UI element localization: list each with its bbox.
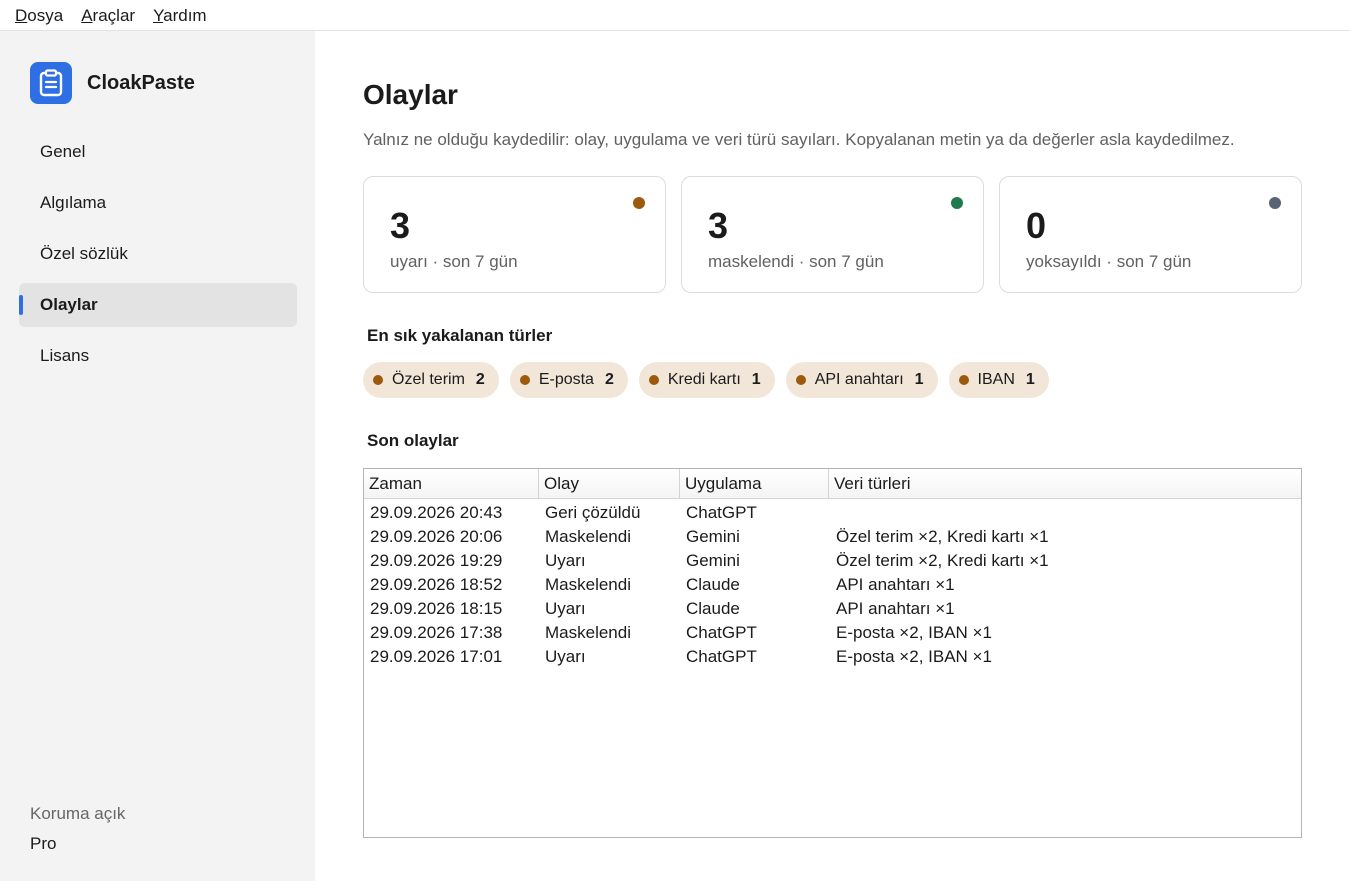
column-header-veri-turleri[interactable]: Veri türleri <box>829 469 1301 498</box>
table-header: Zaman Olay Uygulama Veri türleri <box>364 469 1301 499</box>
stat-label: maskelendi · son 7 gün <box>708 252 884 271</box>
clipboard-icon <box>30 62 72 104</box>
cell-app: ChatGPT <box>686 503 757 522</box>
cell-time: 29.09.2026 18:15 <box>370 599 503 618</box>
app-name: CloakPaste <box>87 71 195 94</box>
protection-status: Koruma açık <box>30 804 126 823</box>
recent-events-heading: Son olaylar <box>367 431 459 450</box>
cell-event: Maskelendi <box>545 575 631 594</box>
stat-card-ignored: 0 yoksayıldı · son 7 gün <box>999 176 1302 293</box>
cell-app: Claude <box>686 575 740 594</box>
events-table[interactable]: Zaman Olay Uygulama Veri türleri 29.09.2… <box>363 468 1302 838</box>
column-header-uygulama[interactable]: Uygulama <box>680 469 829 498</box>
sidebar-item-olaylar[interactable]: Olaylar <box>19 283 297 327</box>
cell-app: Gemini <box>686 527 740 546</box>
status-dot <box>951 197 963 209</box>
stats-row: 3 uyarı · son 7 gün 3 maskelendi · son 7… <box>363 176 1302 293</box>
cell-data-types: E-posta ×2, IBAN ×1 <box>836 647 992 666</box>
cell-time: 29.09.2026 18:52 <box>370 575 503 594</box>
cell-event: Maskelendi <box>545 527 631 546</box>
cell-data-types: API anahtarı ×1 <box>836 599 955 618</box>
status-dot <box>1269 197 1281 209</box>
cell-data-types: Özel terim ×2, Kredi kartı ×1 <box>836 527 1049 546</box>
cell-time: 29.09.2026 19:29 <box>370 551 503 570</box>
type-chip: IBAN 1 <box>948 362 1049 398</box>
column-header-zaman[interactable]: Zaman <box>364 469 539 498</box>
sidebar-item-algilama[interactable]: Algılama <box>19 181 297 225</box>
chip-dot <box>958 375 969 385</box>
chip-dot <box>795 375 806 385</box>
type-chip: API anahtarı 1 <box>785 362 938 398</box>
menu-dosya[interactable]: Dosya <box>6 0 72 31</box>
stat-card-warnings: 3 uyarı · son 7 gün <box>363 176 666 293</box>
sidebar-item-ozel-sozluk[interactable]: Özel sözlük <box>19 232 297 276</box>
license-plan: Pro <box>30 834 57 853</box>
cell-time: 29.09.2026 20:43 <box>370 503 503 522</box>
top-types-chips: Özel terim 2 E-posta 2 Kredi kartı 1 API an… <box>363 362 1049 398</box>
stat-value: 3 <box>390 205 411 246</box>
cell-app: ChatGPT <box>686 647 757 666</box>
menu-yardim[interactable]: Yardım <box>144 0 216 31</box>
cell-app: ChatGPT <box>686 623 757 642</box>
sidebar: CloakPaste Genel Algılama Özel sözlük Ol… <box>0 31 315 881</box>
menu-araclar[interactable]: Araçlar <box>72 0 144 31</box>
cell-event: Maskelendi <box>545 623 631 642</box>
stat-label: uyarı · son 7 gün <box>390 252 518 271</box>
sidebar-nav: Genel Algılama Özel sözlük Olaylar Lisan… <box>19 130 297 385</box>
stat-label: yoksayıldı · son 7 gün <box>1026 252 1192 271</box>
cell-event: Uyarı <box>545 647 586 666</box>
cell-data-types <box>829 501 1301 525</box>
stat-value: 3 <box>708 205 729 246</box>
cell-app: Claude <box>686 599 740 618</box>
stat-value: 0 <box>1026 205 1047 246</box>
sidebar-item-genel[interactable]: Genel <box>19 130 297 174</box>
cell-time: 29.09.2026 20:06 <box>370 527 503 546</box>
cell-event: Uyarı <box>545 551 586 570</box>
table-row[interactable]: 29.09.2026 20:43 Geri çözüldü ChatGPT <box>364 501 1301 525</box>
table-row[interactable]: 29.09.2026 18:52 Maskelendi Claude API anah… <box>364 573 1301 597</box>
sidebar-item-lisans[interactable]: Lisans <box>19 334 297 378</box>
cell-time: 29.09.2026 17:38 <box>370 623 503 642</box>
brand: CloakPaste <box>30 62 195 104</box>
chip-dot <box>373 375 383 385</box>
table-row[interactable]: 29.09.2026 17:38 Maskelendi ChatGPT E-posta… <box>364 621 1301 645</box>
cell-event: Uyarı <box>545 599 586 618</box>
table-row[interactable]: 29.09.2026 20:06 Maskelendi Gemini Özel ter… <box>364 525 1301 549</box>
status-dot <box>633 197 645 209</box>
cell-event: Geri çözüldü <box>545 503 641 522</box>
cell-data-types: API anahtarı ×1 <box>836 575 955 594</box>
page-title: Olaylar <box>363 79 458 110</box>
cell-app: Gemini <box>686 551 740 570</box>
cell-data-types: E-posta ×2, IBAN ×1 <box>836 623 992 642</box>
menu-bar: Dosya Araçlar Yardım <box>0 0 1350 31</box>
cell-data-types: Özel terim ×2, Kredi kartı ×1 <box>836 551 1049 570</box>
stat-card-masked: 3 maskelendi · son 7 gün <box>681 176 984 293</box>
cell-time: 29.09.2026 17:01 <box>370 647 503 666</box>
type-chip: Kredi kartı 1 <box>638 362 775 398</box>
type-chip: Özel terim 2 <box>363 362 499 398</box>
table-row[interactable]: 29.09.2026 18:15 Uyarı Claude API anahtarı … <box>364 597 1301 621</box>
sidebar-footer: Koruma açık Pro <box>30 804 125 854</box>
type-chip: E-posta 2 <box>509 362 628 398</box>
chip-dot <box>648 375 659 385</box>
page-description: Yalnız ne olduğu kaydedilir: olay, uygul… <box>363 130 1235 149</box>
chip-dot <box>519 375 530 385</box>
column-header-olay[interactable]: Olay <box>539 469 680 498</box>
main-content: Olaylar Yalnız ne olduğu kaydedilir: ola… <box>315 31 1350 881</box>
table-row[interactable]: 29.09.2026 19:29 Uyarı Gemini Özel terim ×2… <box>364 549 1301 573</box>
table-body: 29.09.2026 20:43 Geri çözüldü ChatGPT 29.09… <box>364 499 1301 669</box>
table-row[interactable]: 29.09.2026 17:01 Uyarı ChatGPT E-posta ×2, … <box>364 645 1301 669</box>
top-types-heading: En sık yakalanan türler <box>367 326 553 345</box>
